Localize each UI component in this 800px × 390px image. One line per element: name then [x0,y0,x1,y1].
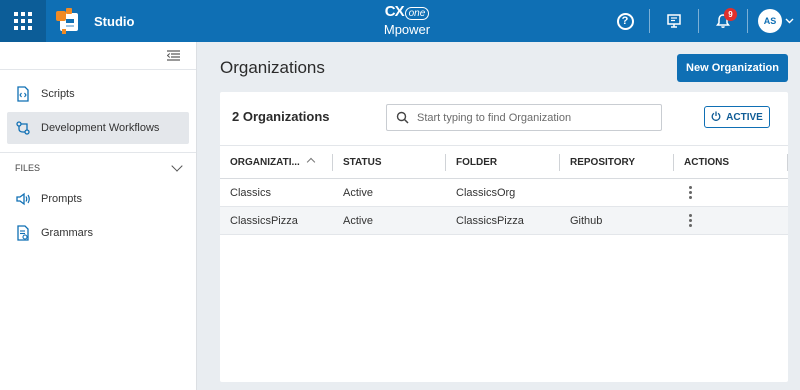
grid-icon [14,12,32,30]
page-title: Organizations [220,58,325,77]
power-icon [711,111,721,124]
sidebar-item-development-workflows[interactable]: Development Workflows [7,112,189,144]
sidebar-item-label: Prompts [41,193,82,205]
sort-ascending-icon[interactable] [306,157,316,167]
sidebar-item-grammars[interactable]: Grammars [7,217,189,249]
organizations-table: ORGANIZATI... STATUS FOLDER REPOSITORY A… [220,145,788,235]
sidebar: Scripts Development Workflows FILES Prom… [0,42,197,390]
active-filter-button[interactable]: ACTIVE [704,106,770,128]
folder-cell: ClassicsOrg [446,178,560,207]
actions-cell [674,178,788,207]
column-header-folder[interactable]: FOLDER [446,145,560,179]
help-circle-icon: ? [616,12,634,30]
table-row[interactable]: ClassicsPizza Active ClassicsPizza Githu… [220,206,788,235]
workflow-icon [15,120,31,136]
organization-cell: ClassicsPizza [220,206,333,235]
new-organization-button[interactable]: New Organization [677,54,788,82]
script-icon [15,86,31,102]
sidebar-item-prompts[interactable]: Prompts [7,183,189,215]
sidebar-item-label: Scripts [41,88,75,100]
app-launcher-button[interactable] [0,0,46,42]
app-title: Studio [94,13,135,29]
status-cell: Active [333,178,446,207]
toolbar-divider [649,9,650,33]
repository-cell [560,178,674,207]
collapse-sidebar-button[interactable] [166,50,180,61]
chevron-down-icon[interactable] [171,160,183,172]
organization-count: 2 Organizations [232,109,330,124]
search-icon [387,105,417,130]
active-filter-label: ACTIVE [726,111,763,123]
top-bar: Studio CX one Mpower ? 9 AS [0,0,800,42]
notifications-button[interactable]: 9 [709,0,737,42]
sidebar-item-label: Grammars [41,227,93,239]
organizations-card: 2 Organizations ACTIVE ORGANIZATI... STA… [220,92,788,382]
files-header-label: FILES [15,163,41,173]
search-box[interactable] [386,104,662,131]
folder-cell: ClassicsPizza [446,206,560,235]
studio-logo-icon [54,7,82,35]
speaker-icon [15,191,31,207]
chevron-down-icon[interactable] [785,16,794,26]
more-actions-icon[interactable] [687,185,693,200]
sidebar-item-scripts[interactable]: Scripts [7,78,189,110]
sidebar-item-label: Development Workflows [41,122,160,134]
toolbar-divider [698,9,699,33]
files-section-header[interactable]: FILES [0,153,196,183]
column-header-status[interactable]: STATUS [333,145,446,179]
user-avatar[interactable]: AS [758,9,782,33]
column-header-organization[interactable]: ORGANIZATI... [220,145,333,179]
grammar-icon [15,225,31,241]
status-cell: Active [333,206,446,235]
actions-cell [674,206,788,235]
column-header-actions: ACTIONS [674,145,788,179]
monitor-icon [667,14,681,28]
organization-cell: Classics [220,178,333,207]
toolbar-divider [747,9,748,33]
notification-count-badge: 9 [724,8,737,21]
collapse-menu-icon [166,50,180,61]
search-input[interactable] [417,111,647,124]
table-row[interactable]: Classics Active ClassicsOrg [220,178,788,207]
agent-desktop-button[interactable] [660,0,688,42]
repository-cell: Github [560,206,674,235]
help-button[interactable]: ? [611,0,639,42]
column-header-repository[interactable]: REPOSITORY [560,145,674,179]
brand-logo: CX one Mpower [383,3,431,38]
more-actions-icon[interactable] [687,213,693,228]
